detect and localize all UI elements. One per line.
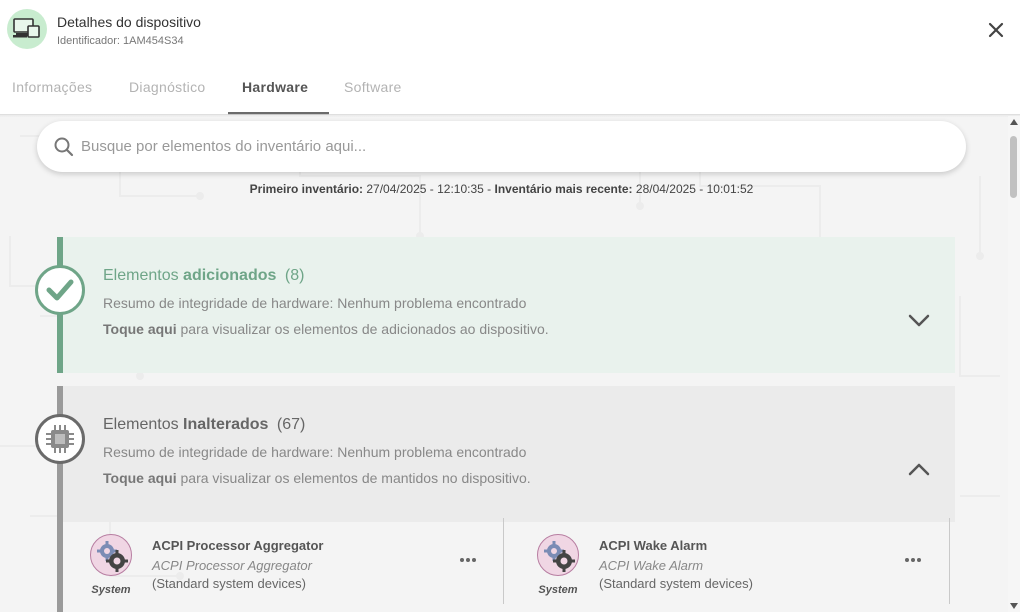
close-icon[interactable] — [986, 20, 1006, 40]
vertical-scrollbar[interactable] — [1008, 116, 1020, 612]
section-count: (67) — [276, 416, 306, 433]
chevron-down-icon[interactable] — [907, 312, 931, 328]
section-title-bold: adicionados — [183, 267, 277, 284]
section-added-summary: Resumo de integridade de hardware: Nenhu… — [103, 295, 527, 311]
scrollbar-thumb[interactable] — [1010, 136, 1017, 198]
card-name: ACPI Processor Aggregator — [152, 538, 324, 553]
card-type-label: System — [538, 584, 578, 596]
gears-icon — [90, 534, 132, 576]
section-count: (8) — [284, 267, 305, 284]
gears-icon — [537, 534, 579, 576]
more-options-icon[interactable] — [903, 552, 923, 562]
hardware-panel: Primeiro inventário: 27/04/2025 - 12:10:… — [0, 116, 1008, 612]
tab-informacoes[interactable]: Informações — [12, 79, 92, 95]
tab-hardware[interactable]: Hardware — [242, 79, 308, 95]
card-description: ACPI Wake Alarm — [599, 558, 704, 573]
card-description: ACPI Processor Aggregator — [152, 558, 312, 573]
inventory-dates: Primeiro inventário: 27/04/2025 - 12:10:… — [0, 182, 1003, 196]
first-inventory-label: Primeiro inventário: — [249, 182, 364, 196]
recent-inventory-value: 28/04/2025 - 10:01:52 — [635, 182, 754, 196]
card-category: (Standard system devices) — [152, 576, 306, 591]
tab-bar-shadow — [0, 114, 1020, 117]
card-divider — [503, 518, 504, 604]
tap-hint-bold: Toque aqui — [103, 321, 177, 337]
search-input[interactable] — [81, 135, 941, 157]
section-title-prefix: Elementos — [103, 416, 179, 433]
hardware-card[interactable]: System ACPI Processor Aggregator ACPI Pr… — [90, 534, 490, 606]
more-options-icon[interactable] — [458, 552, 478, 562]
tap-hint-bold: Toque aqui — [103, 470, 177, 486]
chip-icon — [35, 414, 85, 464]
scroll-up-arrow-icon[interactable] — [1010, 119, 1018, 125]
search-icon — [54, 137, 74, 157]
section-unchanged: Elementos Inalterados (67) Resumo de int… — [35, 386, 955, 612]
tap-hint-text: para visualizar os elementos de adiciona… — [180, 321, 549, 337]
dialog-header: Detalhes do dispositivo Identificador: 1… — [0, 0, 1020, 60]
card-category: (Standard system devices) — [599, 576, 753, 591]
device-identifier: Identificador: 1AM454S34 — [57, 35, 184, 47]
hardware-card[interactable]: System ACPI Wake Alarm ACPI Wake Alarm (… — [537, 534, 937, 606]
tap-hint-text: para visualizar os elementos de mantidos… — [180, 470, 531, 486]
chevron-up-icon[interactable] — [907, 461, 931, 477]
devices-icon — [7, 9, 47, 49]
section-title-bold: Inalterados — [183, 416, 269, 433]
tab-bar: Informações Diagnóstico Hardware Softwar… — [0, 62, 1020, 116]
card-name: ACPI Wake Alarm — [599, 538, 708, 553]
section-added-title[interactable]: Elementos adicionados (8) — [103, 267, 304, 285]
section-unchanged-title[interactable]: Elementos Inalterados (67) — [103, 416, 305, 434]
card-type-label: System — [91, 584, 131, 596]
dialog-title: Detalhes do dispositivo — [57, 14, 201, 30]
tab-diagnostico[interactable]: Diagnóstico — [129, 79, 205, 95]
inventory-separator: - — [487, 182, 492, 196]
section-added-tap-hint[interactable]: Toque aqui para visualizar os elementos … — [103, 321, 549, 337]
inventory-search — [37, 121, 966, 172]
section-unchanged-tap-hint[interactable]: Toque aqui para visualizar os elementos … — [103, 470, 531, 486]
scroll-down-arrow-icon[interactable] — [1010, 603, 1018, 609]
card-divider — [949, 518, 950, 604]
section-unchanged-summary: Resumo de integridade de hardware: Nenhu… — [103, 444, 527, 460]
section-title-prefix: Elementos — [103, 267, 179, 284]
check-icon — [35, 265, 85, 315]
tab-software[interactable]: Software — [344, 79, 402, 95]
section-added: Elementos adicionados (8) Resumo de inte… — [35, 237, 955, 373]
first-inventory-value: 27/04/2025 - 12:10:35 — [366, 182, 484, 196]
recent-inventory-label: Inventário mais recente: — [494, 182, 633, 196]
